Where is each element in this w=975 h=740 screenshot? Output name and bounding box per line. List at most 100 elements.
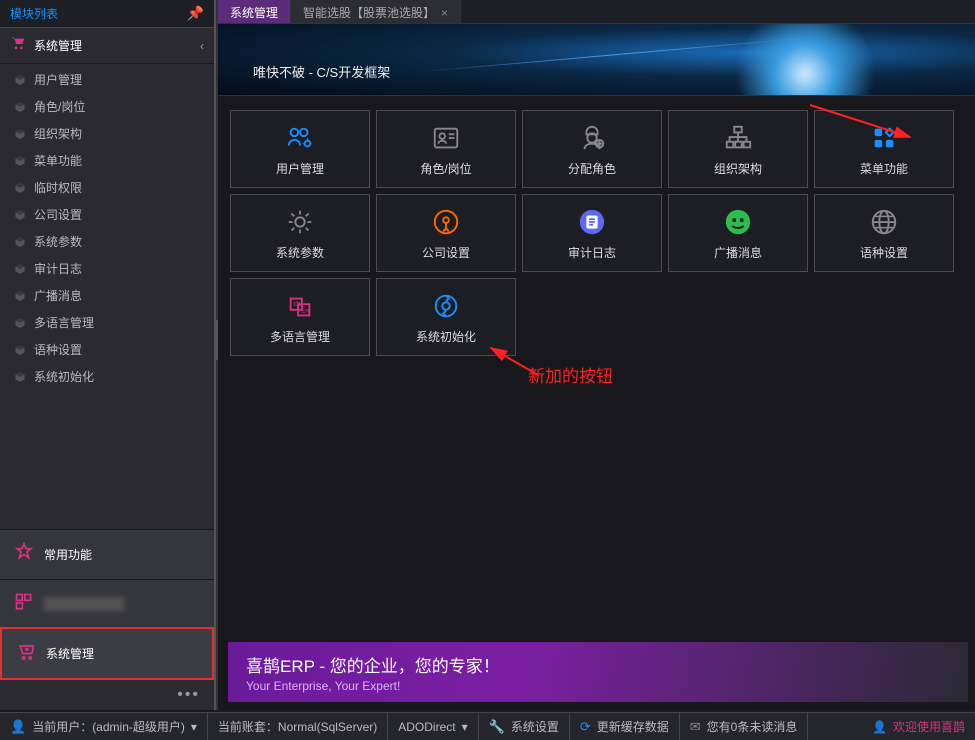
tile-label: 广播消息 [714, 244, 762, 261]
status-settings[interactable]: 🔧 系统设置 [479, 713, 570, 740]
status-user[interactable]: 👤 当前用户：(admin-超级用户) ▾ [0, 713, 208, 740]
tab-1[interactable]: 智能选股【股票池选股】 × [291, 0, 461, 23]
cart-icon [16, 641, 36, 666]
tile-lang[interactable]: 中En多语言管理 [230, 278, 370, 356]
status-bar: 👤 当前用户：(admin-超级用户) ▾ 当前账套：Normal(SqlSer… [0, 712, 975, 740]
sidebar-item-5[interactable]: 公司设置 [0, 201, 214, 228]
sidebar-item-6[interactable]: 系统参数 [0, 228, 214, 255]
tab-bar: 系统管理 智能选股【股票池选股】 × [218, 0, 975, 24]
sidebar-item-label: 用户管理 [34, 71, 82, 88]
dropdown-icon: ▾ [462, 720, 468, 734]
tile-gear[interactable]: 系统参数 [230, 194, 370, 272]
sidebar-item-8[interactable]: 广播消息 [0, 282, 214, 309]
tile-label: 分配角色 [568, 160, 616, 177]
module-title-label: 系统管理 [34, 37, 82, 54]
sidebar-item-label: 系统参数 [34, 233, 82, 250]
sidebar-item-label: 临时权限 [34, 179, 82, 196]
tile-grid: 用户管理 角色/岗位 分配角色 组织架构菜单功能系统参数 公司设置 审计日志 广播消息 语种设… [218, 96, 975, 370]
sidebar-item-label: 菜单功能 [34, 152, 82, 169]
sidebar-module-title[interactable]: 系统管理 ‹ [0, 28, 214, 64]
tile-company[interactable]: 公司设置 [376, 194, 516, 272]
tile-broadcast[interactable]: 广播消息 [668, 194, 808, 272]
cart-icon [10, 36, 26, 55]
tile-id-card[interactable]: 角色/岗位 [376, 110, 516, 188]
sidebar-item-7[interactable]: 审计日志 [0, 255, 214, 282]
banner-text: 唯快不破 - C/S开发框架 [253, 62, 390, 81]
quick-favorites[interactable]: 常用功能 [0, 529, 214, 579]
status-db[interactable]: ADODirect ▾ [388, 713, 478, 740]
tile-label: 审计日志 [568, 244, 616, 261]
cube-icon [14, 128, 26, 140]
sidebar-item-label: 语种设置 [34, 341, 82, 358]
broadcast-icon [723, 206, 753, 238]
sidebar-item-label: 广播消息 [34, 287, 82, 304]
status-account: 当前账套：Normal(SqlServer) [208, 713, 388, 740]
tile-globe[interactable]: 语种设置 [814, 194, 954, 272]
tile-label: 公司设置 [422, 244, 470, 261]
module-icon [14, 592, 34, 615]
quick-system-mgmt[interactable]: 系统管理 [0, 627, 214, 680]
pin-icon[interactable]: 📌 [187, 5, 204, 22]
svg-text:En: En [301, 307, 309, 314]
audit-icon [577, 206, 607, 238]
cube-icon [14, 182, 26, 194]
wrench-icon: 🔧 [489, 719, 505, 735]
quick-blurred[interactable] [0, 579, 214, 627]
globe-icon [869, 206, 899, 238]
tile-label: 用户管理 [276, 160, 324, 177]
tab-label: 系统管理 [230, 6, 278, 20]
footer-banner: 喜鹊ERP - 您的企业，您的专家！ Your Enterprise, Your… [228, 642, 968, 702]
sidebar-item-4[interactable]: 临时权限 [0, 174, 214, 201]
status-unread[interactable]: ✉ 您有0条未读消息 [680, 713, 809, 740]
sidebar-header: 模块列表 📌 [0, 0, 214, 28]
sidebar-item-label: 多语言管理 [34, 314, 94, 331]
chevron-left-icon: ‹ [200, 39, 204, 53]
sidebar-item-11[interactable]: 系统初始化 [0, 363, 214, 390]
tile-label: 角色/岗位 [420, 160, 471, 177]
id-card-icon [431, 122, 461, 154]
company-icon [431, 206, 461, 238]
sidebar-title: 模块列表 [10, 5, 58, 22]
agent-icon [577, 122, 607, 154]
tab-label: 智能选股【股票池选股】 [303, 6, 435, 20]
tile-label: 多语言管理 [270, 328, 330, 345]
close-icon[interactable]: × [441, 6, 448, 20]
cube-icon [14, 209, 26, 221]
sidebar-item-0[interactable]: 用户管理 [0, 66, 214, 93]
tile-label: 语种设置 [860, 244, 908, 261]
sidebar-item-10[interactable]: 语种设置 [0, 336, 214, 363]
tile-users[interactable]: 用户管理 [230, 110, 370, 188]
quick-favorites-label: 常用功能 [44, 546, 92, 563]
star-icon [14, 542, 34, 567]
sidebar-item-2[interactable]: 组织架构 [0, 120, 214, 147]
tile-org[interactable]: 组织架构 [668, 110, 808, 188]
tile-agent[interactable]: 分配角色 [522, 110, 662, 188]
sidebar-tree: 用户管理角色/岗位组织架构菜单功能临时权限公司设置系统参数审计日志广播消息多语言… [0, 64, 214, 392]
org-icon [723, 122, 753, 154]
tile-init[interactable]: 系统初始化 [376, 278, 516, 356]
tile-label: 系统参数 [276, 244, 324, 261]
sidebar-item-3[interactable]: 菜单功能 [0, 147, 214, 174]
cube-icon [14, 74, 26, 86]
cube-icon [14, 263, 26, 275]
cube-icon [14, 101, 26, 113]
cube-icon [14, 236, 26, 248]
status-cache[interactable]: ⟳ 更新缓存数据 [570, 713, 680, 740]
mail-icon: ✉ [690, 719, 701, 735]
annotation-label: 新加的按钮 [528, 362, 613, 387]
tile-audit[interactable]: 审计日志 [522, 194, 662, 272]
sidebar: 模块列表 📌 系统管理 ‹ 用户管理角色/岗位组织架构菜单功能临时权限公司设置系… [0, 0, 216, 710]
tile-grid[interactable]: 菜单功能 [814, 110, 954, 188]
more-dots[interactable]: ••• [0, 680, 214, 710]
tile-label: 菜单功能 [860, 160, 908, 177]
footer-subtitle: Your Enterprise, Your Expert! [246, 679, 950, 693]
tab-0[interactable]: 系统管理 [218, 0, 291, 23]
tile-label: 系统初始化 [416, 328, 476, 345]
sidebar-bottom: 常用功能 系统管理 ••• [0, 529, 214, 710]
cube-icon [14, 317, 26, 329]
cube-icon [14, 290, 26, 302]
blurred-label [44, 597, 124, 611]
refresh-icon: ⟳ [580, 719, 591, 735]
sidebar-item-9[interactable]: 多语言管理 [0, 309, 214, 336]
sidebar-item-1[interactable]: 角色/岗位 [0, 93, 214, 120]
